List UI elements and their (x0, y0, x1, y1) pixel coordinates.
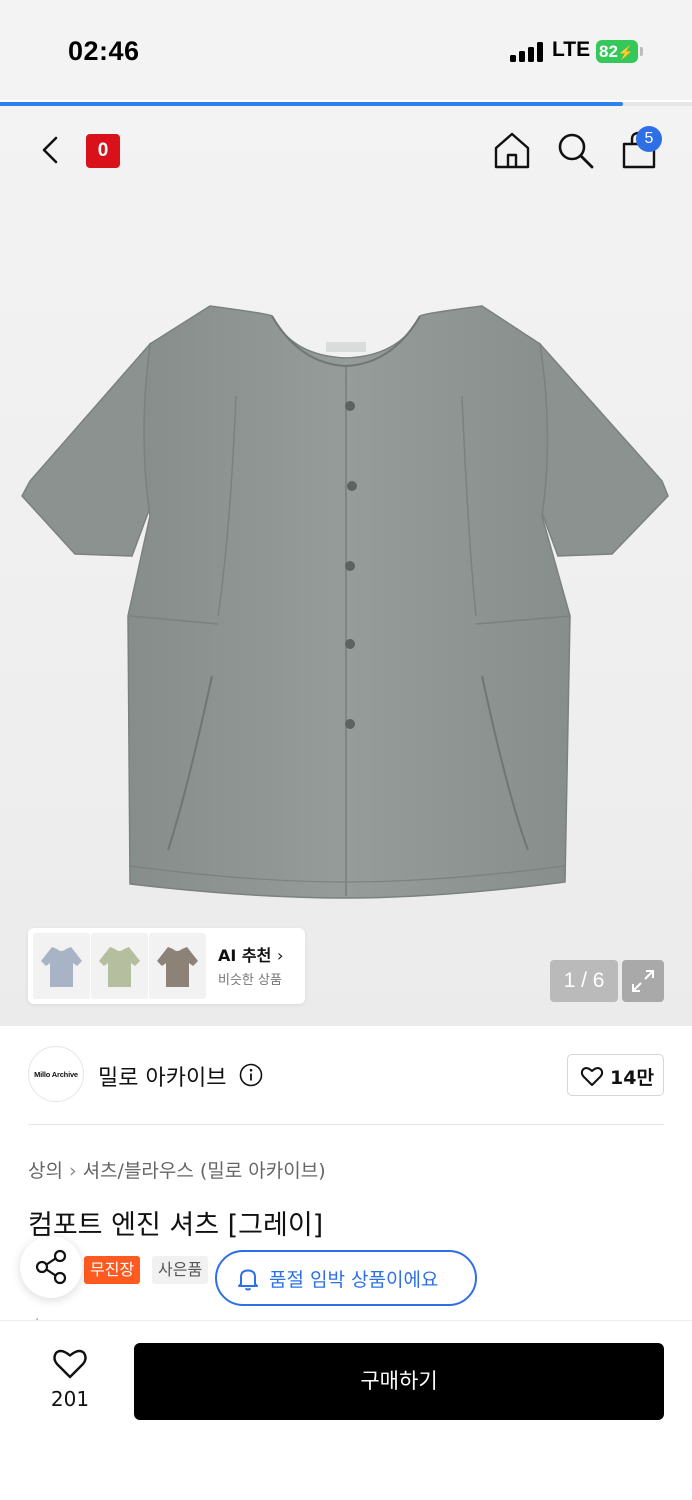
brand-badge[interactable]: 0 (86, 134, 120, 168)
chevron-left-icon[interactable] (34, 130, 68, 170)
breadcrumb-item[interactable]: 셔츠/블라우스 (밀로 아카이브) (83, 1160, 326, 1182)
recommended-item-thumbnail[interactable] (149, 933, 206, 999)
home-icon[interactable] (491, 128, 533, 172)
product-image[interactable] (0, 276, 692, 916)
share-button[interactable] (20, 1236, 82, 1298)
ai-reco-subtitle: 비슷한 상품 (218, 973, 282, 988)
product-page: 02:46 LTE 82⚡ 0 5 AI 추천 › 비슷한 상품 1 / 6 M… (0, 0, 692, 1500)
buy-button[interactable]: 구매하기 (134, 1343, 664, 1420)
wishlist-count: 201 (50, 1387, 90, 1411)
heart-icon (580, 1067, 604, 1086)
image-counter: 1 / 6 (550, 960, 618, 1002)
info-icon[interactable] (239, 1063, 263, 1087)
brand-like-button[interactable]: 14만 (567, 1054, 664, 1096)
ai-recommendation-card[interactable]: AI 추천 › 비슷한 상품 (28, 928, 305, 1004)
heart-icon (53, 1349, 87, 1379)
breadcrumb: 상의 › 셔츠/블라우스 (밀로 아카이브) (28, 1156, 326, 1183)
ai-reco-title-text: AI 추천 (218, 946, 272, 965)
ai-reco-title: AI 추천 › (218, 942, 283, 966)
chevron-right-icon: › (68, 1160, 77, 1182)
network-type: LTE (552, 38, 591, 61)
battery-icon: 82⚡ (596, 40, 638, 63)
recommended-item-thumbnail[interactable] (91, 933, 148, 999)
bottom-action-bar: 201 구매하기 (0, 1320, 692, 1500)
bell-icon (238, 1269, 258, 1291)
battery-tip (640, 47, 643, 56)
breadcrumb-item[interactable]: 상의 (28, 1160, 63, 1182)
restock-alert-button[interactable]: 품절 임박 상품이에요 (215, 1250, 477, 1306)
recommended-item-thumbnail[interactable] (33, 933, 90, 999)
status-bar: 02:46 LTE 82⚡ (0, 0, 692, 100)
tag-badge: 사은품 (152, 1256, 209, 1284)
chevron-right-icon: › (276, 946, 284, 965)
search-icon[interactable] (554, 128, 596, 172)
restock-alert-label: 품절 임박 상품이에요 (269, 1269, 439, 1291)
signal-icon (510, 42, 544, 62)
tag-badge: 무진장 (84, 1256, 141, 1284)
brand-logo[interactable]: Millo Archive (28, 1046, 84, 1102)
brand-like-count: 14만 (610, 1067, 654, 1089)
expand-icon[interactable] (622, 960, 664, 1002)
status-time: 02:46 (68, 36, 140, 66)
product-gallery[interactable]: 0 5 AI 추천 › 비슷한 상품 1 / 6 (0, 106, 692, 1026)
brand-name[interactable]: 밀로 아카이브 (98, 1060, 226, 1092)
share-icon (35, 1249, 67, 1285)
divider (28, 1124, 664, 1125)
cart-count-badge: 5 (636, 126, 662, 152)
battery-level: 82 (599, 42, 618, 61)
wishlist-button[interactable]: 201 (40, 1345, 100, 1415)
